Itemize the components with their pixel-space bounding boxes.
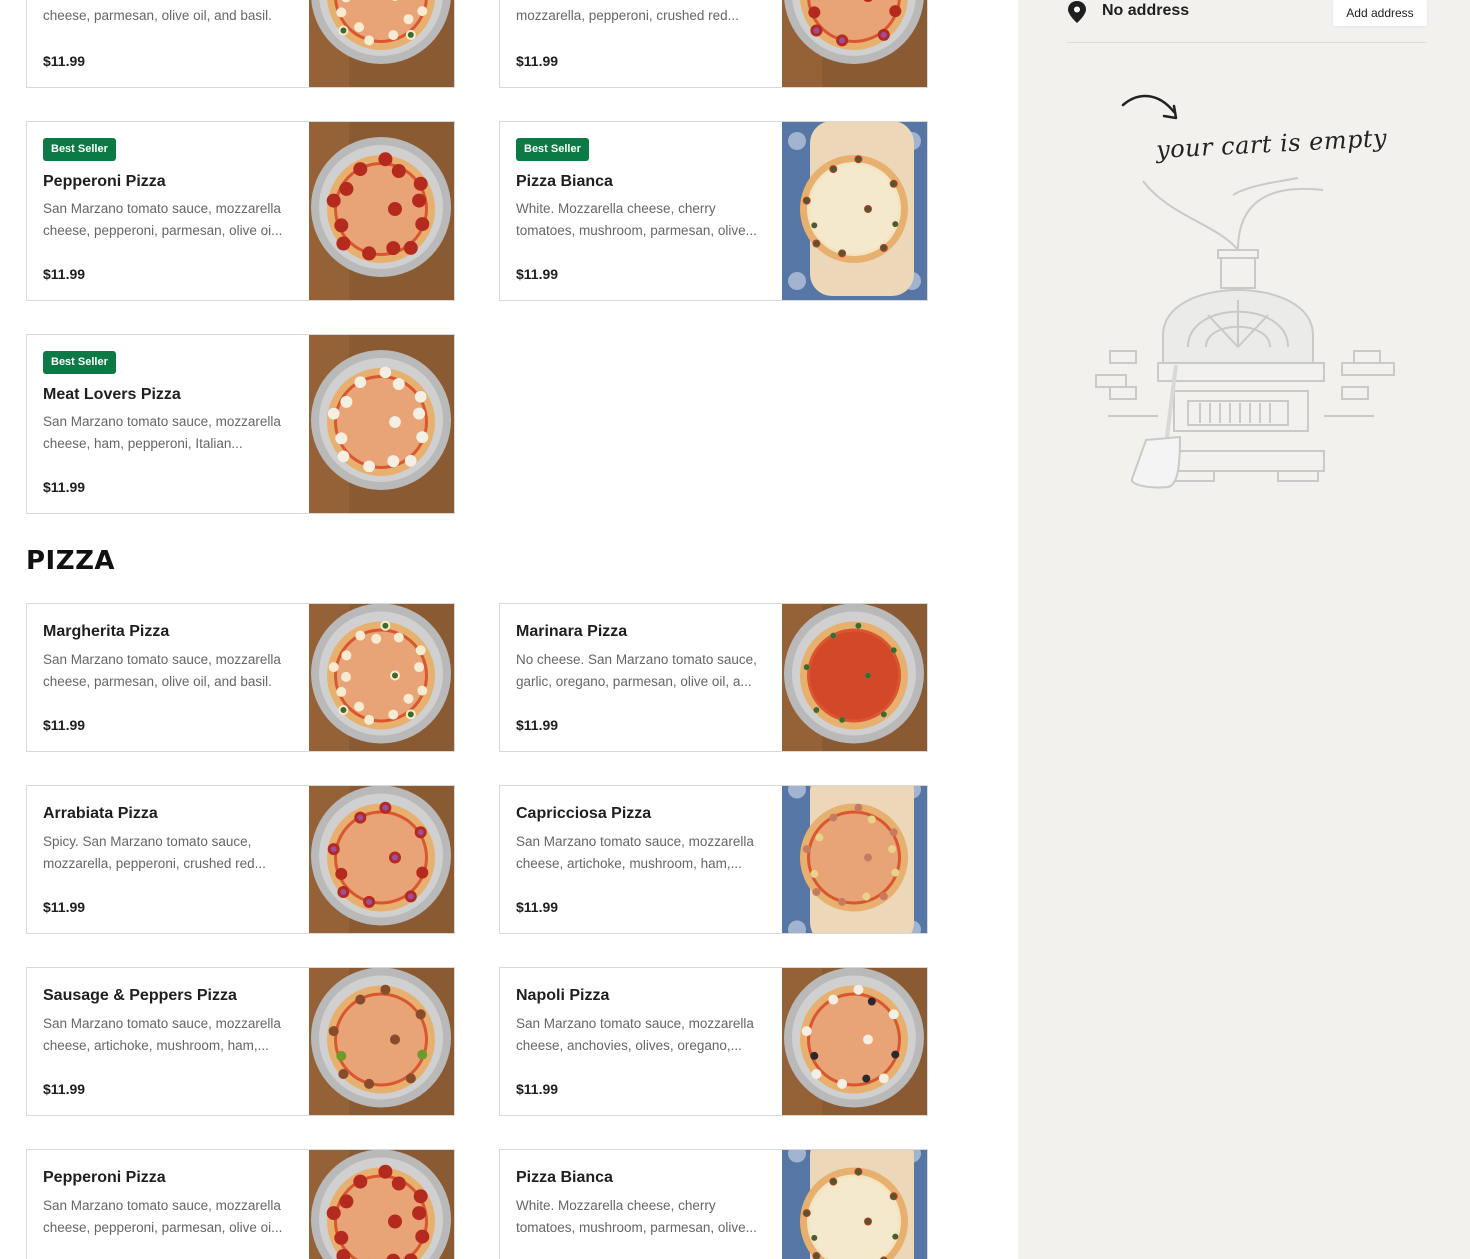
menu-item-card[interactable]: Pepperoni Pizza San Marzano tomato sauce,…: [26, 1149, 455, 1259]
menu-item-body: Arrabiata Pizza Spicy. San Marzano tomato…: [43, 786, 304, 933]
best-seller-badge: Best Seller: [43, 138, 116, 161]
menu-item-card[interactable]: Capricciosa Pizza San Marzano tomato sauc…: [499, 785, 928, 934]
menu-item-card[interactable]: Best Seller Meat Lovers Pizza San Marzano …: [26, 334, 455, 514]
menu-item-image: [309, 604, 454, 751]
menu-item-card[interactable]: mozzarella, pepperoni, crushed red... $11…: [499, 0, 928, 88]
delivery-address-row: No address Add address: [1067, 0, 1427, 43]
menu-item-name: Capricciosa Pizza: [516, 805, 652, 822]
menu-item-body: Best Seller Pepperoni Pizza San Marzano to…: [43, 122, 304, 300]
menu-item-description: San Marzano tomato sauce, mozzarella che…: [516, 1016, 754, 1053]
pizza-oven-illustration: [1095, 177, 1395, 489]
menu-item-description: San Marzano tomato sauce, mozzarella che…: [43, 1016, 281, 1053]
menu-item-card[interactable]: Sausage & Peppers Pizza San Marzano tomat…: [26, 967, 455, 1116]
menu-item-name: Pepperoni Pizza: [43, 173, 166, 190]
menu-item-name: Sausage & Peppers Pizza: [43, 987, 237, 1004]
menu-item-card[interactable]: Best Seller Pepperoni Pizza San Marzano to…: [26, 121, 455, 301]
menu-item-price: $11.99: [516, 899, 559, 915]
menu-item-description: San Marzano tomato sauce, mozzarella che…: [43, 201, 283, 238]
menu-item-price: $11.99: [43, 266, 86, 282]
menu-item-price: $11.99: [516, 717, 559, 733]
menu-item-image: [782, 0, 927, 87]
menu-item-price: $11.99: [43, 53, 86, 69]
menu-item-body: Margherita Pizza San Marzano tomato sauce…: [43, 604, 304, 751]
menu-item-image: [782, 122, 927, 300]
menu-item-card[interactable]: Arrabiata Pizza Spicy. San Marzano tomato…: [26, 785, 455, 934]
menu-item-description: mozzarella, pepperoni, crushed red...: [516, 8, 739, 23]
menu-item-body: Napoli Pizza San Marzano tomato sauce, mo…: [516, 968, 777, 1115]
menu-item-image: [782, 968, 927, 1115]
menu-item-description: White. Mozzarella cheese, cherry tomatoe…: [516, 1198, 757, 1235]
menu-item-body: Best Seller Meat Lovers Pizza San Marzano …: [43, 335, 304, 513]
best-seller-badge: Best Seller: [516, 138, 589, 161]
menu-item-name: Marinara Pizza: [516, 623, 628, 640]
menu-item-card[interactable]: cheese, parmesan, olive oil, and basil. $…: [26, 0, 455, 88]
menu-item-price: $11.99: [43, 1081, 86, 1097]
menu-item-card[interactable]: Margherita Pizza San Marzano tomato sauce…: [26, 603, 455, 752]
add-address-button[interactable]: Add address: [1333, 0, 1427, 26]
menu-item-name: Margherita Pizza: [43, 623, 170, 640]
menu-item-name: Pepperoni Pizza: [43, 1169, 166, 1186]
menu-item-price: $11.99: [516, 53, 559, 69]
menu-item-body: Capricciosa Pizza San Marzano tomato sauc…: [516, 786, 777, 933]
menu-item-description: San Marzano tomato sauce, mozzarella che…: [43, 414, 281, 451]
best-seller-badge: Best Seller: [43, 351, 116, 374]
menu-item-name: Arrabiata Pizza: [43, 805, 158, 822]
menu-item-name: Pizza Bianca: [516, 173, 613, 190]
menu-item-price: $11.99: [516, 266, 559, 282]
location-pin-icon: [1068, 1, 1086, 23]
menu-item-image: [309, 968, 454, 1115]
menu-item-card[interactable]: Best Seller Pizza Bianca White. Mozzarella…: [499, 121, 928, 301]
menu-item-name: Pizza Bianca: [516, 1169, 613, 1186]
menu-item-body: Sausage & Peppers Pizza San Marzano tomat…: [43, 968, 304, 1115]
menu-item-price: $11.99: [43, 899, 86, 915]
menu-item-description: cheese, parmesan, olive oil, and basil.: [43, 8, 272, 23]
menu-main: cheese, parmesan, olive oil, and basil. $…: [0, 0, 1018, 1259]
menu-item-body: Pizza Bianca White. Mozzarella cheese, ch…: [516, 1150, 777, 1259]
menu-item-image: [782, 786, 927, 933]
menu-item-body: cheese, parmesan, olive oil, and basil. $…: [43, 0, 304, 87]
menu-item-price: $11.99: [43, 717, 86, 733]
menu-item-description: No cheese. San Marzano tomato sauce, gar…: [516, 652, 757, 689]
menu-item-card[interactable]: Napoli Pizza San Marzano tomato sauce, mo…: [499, 967, 928, 1116]
menu-item-body: Marinara Pizza No cheese. San Marzano tom…: [516, 604, 777, 751]
menu-item-card[interactable]: Marinara Pizza No cheese. San Marzano tom…: [499, 603, 928, 752]
menu-item-body: Best Seller Pizza Bianca White. Mozzarella…: [516, 122, 777, 300]
menu-item-description: San Marzano tomato sauce, mozzarella che…: [43, 1198, 283, 1235]
menu-item-description: San Marzano tomato sauce, mozzarella che…: [516, 834, 754, 871]
menu-item-image: [309, 0, 454, 87]
menu-item-image: [309, 335, 454, 513]
menu-item-image: [309, 786, 454, 933]
menu-item-card[interactable]: Pizza Bianca White. Mozzarella cheese, ch…: [499, 1149, 928, 1259]
menu-item-description: Spicy. San Marzano tomato sauce, mozzare…: [43, 834, 266, 871]
menu-item-name: Napoli Pizza: [516, 987, 610, 1004]
menu-item-name: Meat Lovers Pizza: [43, 386, 181, 403]
cart-sidebar: No address Add address your cart is empt…: [1018, 0, 1470, 1259]
menu-item-description: San Marzano tomato sauce, mozzarella che…: [43, 652, 281, 689]
menu-item-description: White. Mozzarella cheese, cherry tomatoe…: [516, 201, 757, 238]
menu-item-body: Pepperoni Pizza San Marzano tomato sauce,…: [43, 1150, 304, 1259]
menu-item-image: [309, 1150, 454, 1259]
menu-item-price: $11.99: [516, 1081, 559, 1097]
address-text: No address: [1102, 2, 1190, 19]
menu-item-price: $11.99: [43, 479, 86, 495]
menu-item-body: mozzarella, pepperoni, crushed red... $11…: [516, 0, 777, 87]
menu-item-image: [782, 604, 927, 751]
menu-item-image: [309, 122, 454, 300]
menu-item-image: [782, 1150, 927, 1259]
section-title-pizza: PIZZA: [26, 546, 116, 576]
